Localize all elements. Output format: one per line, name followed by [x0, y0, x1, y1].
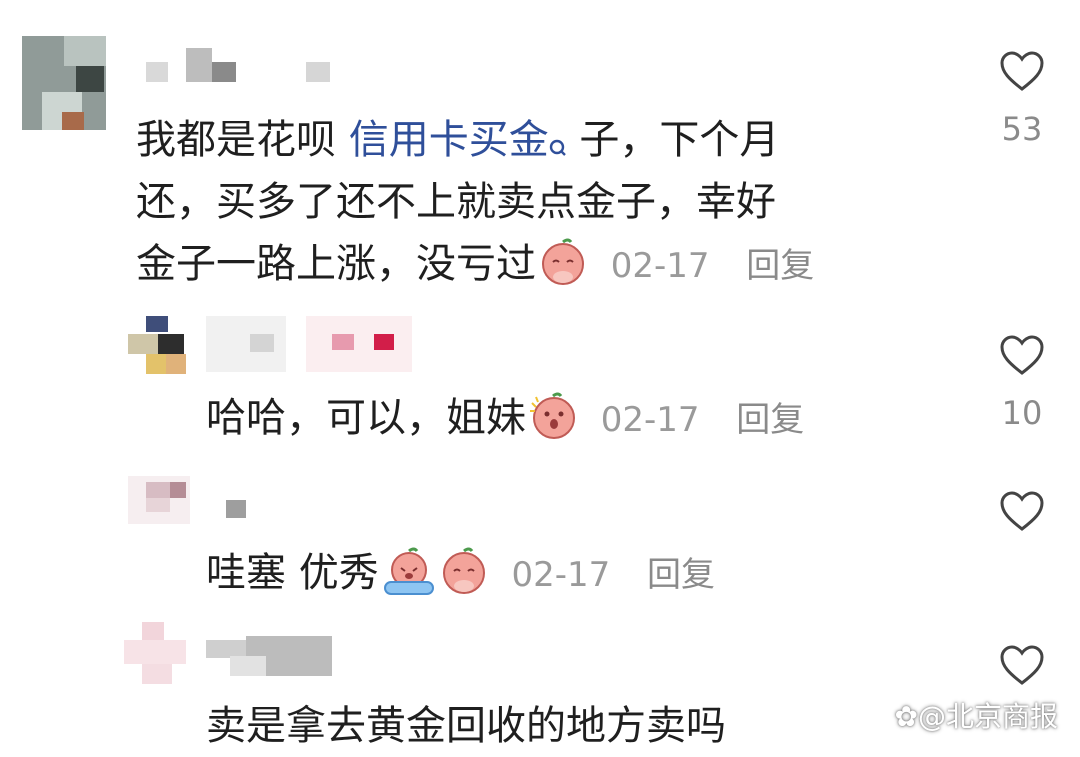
search-link[interactable]: 信用卡买金 — [349, 117, 549, 163]
watermark-text: @北京商报 — [917, 700, 1058, 733]
username[interactable] — [146, 48, 336, 84]
comment-text-line3-content: 金子一路上涨，没亏过 — [136, 241, 536, 287]
like-count: 53 — [1001, 110, 1043, 148]
comment-text-line2: 还，买多了还不上就卖点金子，幸好 — [136, 179, 776, 225]
username[interactable] — [206, 636, 332, 678]
comment-text-row: 哈哈，可以，姐妹 02-17 回复 — [206, 388, 804, 458]
paw-icon: ✿ — [894, 700, 918, 733]
reply-button[interactable]: 回复 — [746, 246, 814, 286]
watermark: ✿@北京商报 — [895, 695, 1058, 735]
avatar[interactable] — [22, 36, 106, 130]
peach-praying-emoji-icon — [538, 237, 588, 304]
like-heart-icon[interactable] — [999, 50, 1045, 92]
comment-text: 卖是拿去黄金回收的地方卖吗 — [206, 703, 726, 749]
like-heart-icon[interactable] — [999, 334, 1045, 376]
peach-praying-emoji-icon — [439, 546, 489, 613]
comment-text: 哈哈，可以，姐妹 — [206, 395, 526, 441]
peach-excited-emoji-icon — [528, 391, 578, 458]
comment-text-prefix: 我都是花呗 — [136, 117, 349, 163]
comment-text-row: 哇塞 优秀 02-17 回复 — [206, 543, 715, 613]
comment-text-line3: 金子一路上涨，没亏过 02-17 回复 — [136, 234, 814, 304]
comment-text: 我都是花呗 信用卡买金 子，下个月 — [136, 110, 779, 178]
search-icon[interactable] — [549, 118, 567, 178]
reply-button[interactable]: 回复 — [647, 555, 715, 595]
comment-date: 02-17 — [511, 555, 611, 595]
peach-crying-emoji-icon — [381, 546, 437, 613]
like-count: 10 — [1001, 394, 1043, 432]
username[interactable] — [226, 500, 250, 520]
like-heart-icon[interactable] — [999, 490, 1045, 532]
avatar[interactable] — [128, 316, 188, 376]
username[interactable] — [206, 316, 412, 372]
like-heart-icon[interactable] — [999, 644, 1045, 686]
comment-date: 02-17 — [600, 400, 700, 440]
comment-date: 02-17 — [610, 246, 710, 286]
reply-button[interactable]: 回复 — [736, 400, 804, 440]
avatar[interactable] — [128, 476, 190, 524]
comment-text: 哇塞 优秀 — [206, 550, 379, 596]
comment-text-line1-end: 子，下个月 — [566, 117, 780, 163]
avatar[interactable] — [124, 622, 188, 684]
